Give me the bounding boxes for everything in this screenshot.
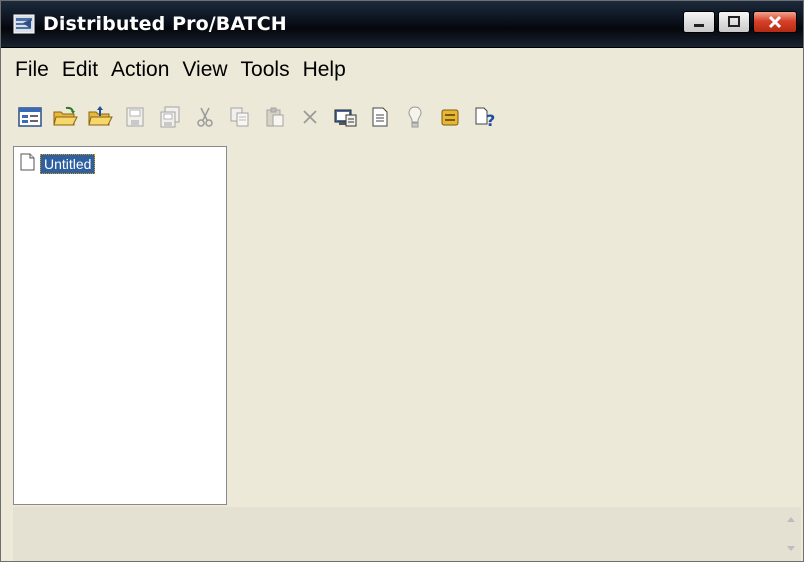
open-folder-up-icon[interactable] <box>83 100 117 134</box>
status-bar <box>13 507 801 561</box>
window-controls <box>683 11 797 35</box>
menu-action[interactable]: Action <box>105 54 175 86</box>
database-icon[interactable] <box>433 100 467 134</box>
tree-item[interactable]: Untitled <box>20 151 96 177</box>
menu-bar: File Edit Action View Tools Help <box>1 48 803 92</box>
save-icon[interactable] <box>118 100 152 134</box>
menu-tools[interactable]: Tools <box>235 54 296 86</box>
save-as-icon[interactable] <box>153 100 187 134</box>
help-icon[interactable]: ? <box>468 100 502 134</box>
menu-file[interactable]: File <box>9 54 55 86</box>
lightbulb-icon[interactable] <box>398 100 432 134</box>
menu-edit[interactable]: Edit <box>56 54 104 86</box>
close-button[interactable] <box>753 11 797 33</box>
open-folder-icon[interactable] <box>48 100 82 134</box>
minimize-button[interactable] <box>683 11 715 33</box>
app-icon <box>13 14 35 34</box>
menu-help[interactable]: Help <box>297 54 352 86</box>
menu-view[interactable]: View <box>176 54 233 86</box>
delete-icon[interactable] <box>293 100 327 134</box>
tree-item-label: Untitled <box>40 154 96 174</box>
paste-icon[interactable] <box>258 100 292 134</box>
computer-properties-icon[interactable] <box>328 100 362 134</box>
window-title: Distributed Pro/BATCH <box>43 13 287 35</box>
svg-text:?: ? <box>486 111 495 128</box>
scroll-arrows[interactable] <box>783 509 799 559</box>
copy-icon[interactable] <box>223 100 257 134</box>
tree-pane[interactable]: Untitled <box>13 146 227 505</box>
title-bar[interactable]: Distributed Pro/BATCH <box>1 1 803 48</box>
maximize-button[interactable] <box>718 11 750 33</box>
toolbar: ? <box>1 95 803 139</box>
cut-icon[interactable] <box>188 100 222 134</box>
main-window: Distributed Pro/BATCH File Edit Action V… <box>0 0 804 562</box>
document-icon <box>20 153 36 176</box>
document-icon[interactable] <box>363 100 397 134</box>
properties-icon[interactable] <box>13 100 47 134</box>
